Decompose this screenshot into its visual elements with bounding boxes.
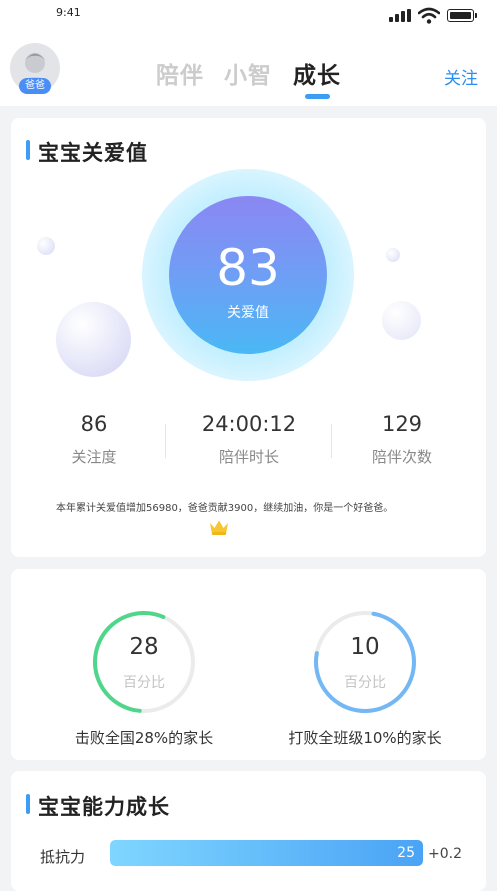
stat-duration-label: 陪伴时长 (218, 448, 279, 466)
ability-bar: 25 (110, 840, 423, 866)
ring-class (314, 611, 416, 713)
stat-attention-value: 86 (80, 412, 108, 436)
active-tab-indicator (305, 94, 330, 99)
stat-attention-label: 关注度 (71, 448, 117, 466)
ring-national-value: 28 (129, 634, 159, 660)
stat-duration-value: 24:00:12 (201, 412, 297, 436)
ring-national (93, 611, 195, 713)
ring-national-sub: 百分比 (123, 675, 165, 691)
ring-class-value: 10 (350, 634, 380, 660)
crown-icon (210, 520, 228, 535)
wifi-icon (418, 7, 440, 24)
avatar-role-badge: 爸爸 (19, 78, 51, 94)
section-accent-bar (26, 794, 30, 814)
decor-bubble (386, 248, 400, 262)
ring-class-sub: 百分比 (344, 675, 386, 691)
care-summary-text: 本年累计关爱值增加56980，爸爸贡献3900，继续加油，你是一个好爸爸。 (56, 503, 394, 514)
section-accent-bar (26, 140, 30, 160)
signal-icon (389, 9, 411, 22)
decor-bubble (382, 301, 421, 340)
battery-icon (447, 9, 477, 22)
follow-button[interactable]: 关注 (444, 64, 478, 89)
ring-national-caption: 击败全国28%的家长 (74, 729, 214, 747)
ring-class-caption: 打败全班级10%的家长 (288, 729, 442, 747)
ability-section-title: 宝宝能力成长 (38, 795, 170, 819)
stat-divider (165, 424, 166, 458)
care-score-label: 关爱值 (227, 305, 269, 321)
stat-count-label: 陪伴次数 (371, 448, 432, 466)
ability-label: 抵抗力 (40, 848, 86, 866)
tab-growth[interactable]: 成长 (293, 56, 341, 90)
tab-xiaozhi[interactable]: 小智 (224, 56, 272, 90)
decor-bubble (37, 237, 55, 255)
decor-bubble (56, 302, 131, 377)
tab-companion[interactable]: 陪伴 (156, 56, 204, 90)
ability-delta: +0.2 (428, 846, 462, 862)
status-time: 9:41 (56, 6, 81, 19)
stat-count-value: 129 (381, 412, 423, 436)
ability-card (11, 771, 486, 891)
ability-bar-fill (110, 840, 423, 866)
ability-value: 25 (397, 845, 415, 861)
care-score: 83 (216, 239, 280, 297)
care-section-title: 宝宝关爱值 (38, 141, 148, 165)
